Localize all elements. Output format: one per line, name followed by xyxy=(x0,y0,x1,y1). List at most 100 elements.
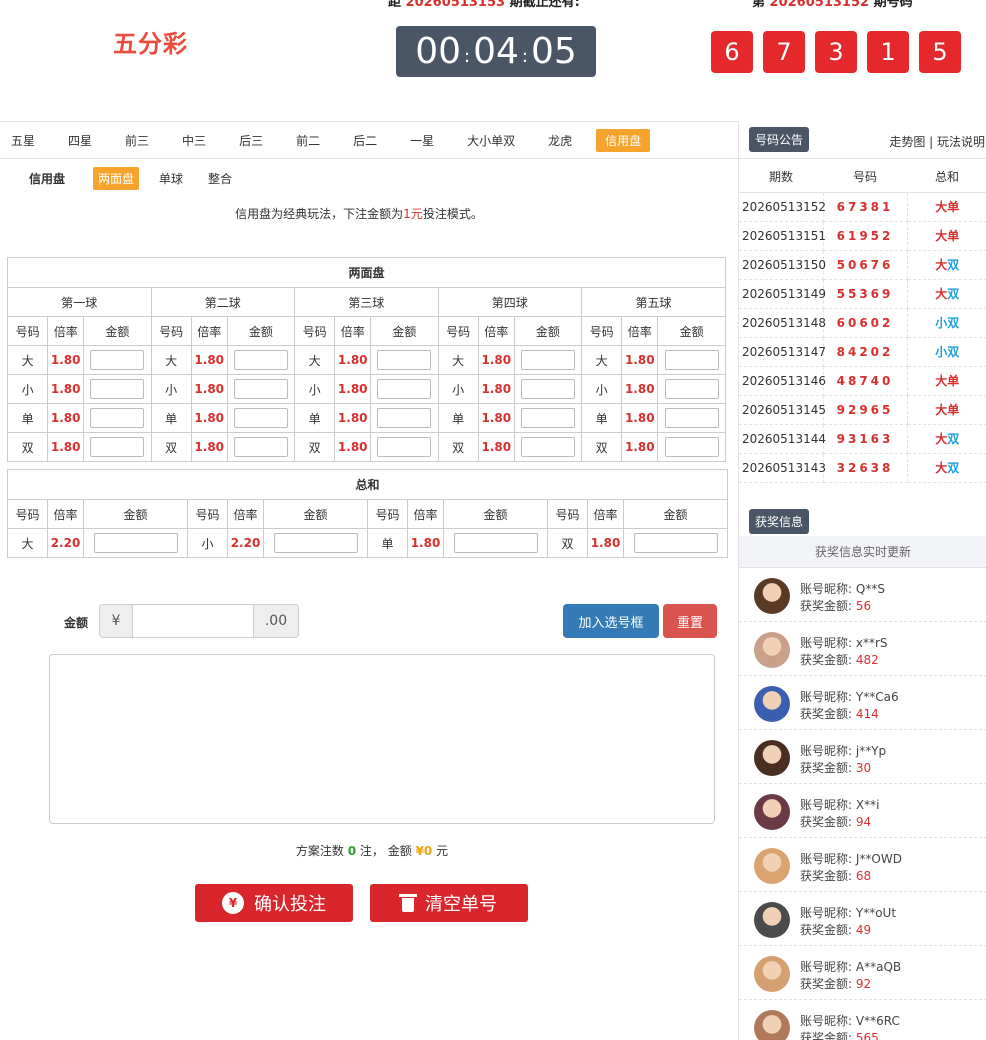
tab-five-star[interactable]: 五星 xyxy=(2,129,44,152)
option-name[interactable]: 小 xyxy=(294,374,336,404)
bet-amount-input[interactable] xyxy=(90,350,145,370)
bet-amount-input[interactable] xyxy=(377,350,432,370)
history-row: 20260513150 50676 大双 xyxy=(739,250,986,280)
winner-item: 账号昵称: X**i 获奖金额: 94 xyxy=(739,784,986,838)
column-header: 金额 xyxy=(226,316,296,346)
option-name[interactable]: 大 xyxy=(150,345,192,375)
bet-amount-input[interactable] xyxy=(273,533,358,553)
tab-front-two[interactable]: 前二 xyxy=(287,129,329,152)
tab-back-two[interactable]: 后二 xyxy=(344,129,386,152)
bet-amount-input[interactable] xyxy=(90,408,145,428)
option-name[interactable]: 大 xyxy=(437,345,479,375)
bet-amount-input[interactable] xyxy=(93,533,178,553)
amount-input[interactable] xyxy=(133,605,253,637)
tab-big-small-odd-even[interactable]: 大小单双 xyxy=(458,129,524,152)
option-odds: 1.80 xyxy=(477,432,515,462)
option-name[interactable]: 小 xyxy=(437,374,479,404)
bet-amount-input[interactable] xyxy=(453,533,538,553)
option-name[interactable]: 小 xyxy=(6,374,49,404)
bet-amount-input[interactable] xyxy=(233,437,288,457)
reset-button[interactable]: 重置 xyxy=(663,604,717,638)
add-to-selection-button[interactable]: 加入选号框 xyxy=(563,604,659,638)
option-name[interactable]: 小 xyxy=(187,528,228,558)
tab-four-star[interactable]: 四星 xyxy=(59,129,101,152)
subtab-single-ball[interactable]: 单球 xyxy=(154,167,188,190)
option-name[interactable]: 大 xyxy=(7,528,48,558)
history-numbers: 50676 xyxy=(823,250,907,280)
option-name[interactable]: 小 xyxy=(150,374,192,404)
sub-tabs: 信用盘 两面盘 单球 整合 xyxy=(0,160,738,196)
bet-amount-input[interactable] xyxy=(233,408,288,428)
history-row: 20260513146 48740 大单 xyxy=(739,366,986,396)
winner-text: 账号昵称: J**OWD 获奖金额: 68 xyxy=(800,851,902,885)
option-name[interactable]: 大 xyxy=(294,345,336,375)
amount-label: 获奖金额: xyxy=(800,761,853,775)
option-odds: 2.20 xyxy=(47,528,84,558)
subtab-combined[interactable]: 整合 xyxy=(203,167,237,190)
history-period: 20260513145 xyxy=(739,395,826,425)
currency-addon: ¥ xyxy=(100,605,133,637)
bet-amount-input[interactable] xyxy=(377,379,432,399)
bet-amount-input[interactable] xyxy=(664,437,719,457)
option-name[interactable]: 单 xyxy=(581,403,623,433)
bet-amount-input[interactable] xyxy=(664,408,719,428)
tab-dragon-tiger[interactable]: 龙虎 xyxy=(539,129,581,152)
option-name[interactable]: 单 xyxy=(367,528,408,558)
history-period: 20260513144 xyxy=(739,424,826,454)
option-name[interactable]: 双 xyxy=(581,432,623,462)
tab-one-star[interactable]: 一星 xyxy=(401,129,443,152)
bet-amount-input[interactable] xyxy=(520,437,575,457)
bet-amount-input[interactable] xyxy=(90,437,145,457)
draw-prefix: 第 xyxy=(752,0,766,10)
option-name[interactable]: 双 xyxy=(294,432,336,462)
option-name[interactable]: 双 xyxy=(547,528,588,558)
bet-amount-input[interactable] xyxy=(377,408,432,428)
amount-cell xyxy=(370,345,439,375)
clear-selection-button[interactable]: 清空单号 xyxy=(370,884,528,922)
option-name[interactable]: 小 xyxy=(581,374,623,404)
amount-cell xyxy=(370,432,439,462)
option-name[interactable]: 双 xyxy=(437,432,479,462)
chart-and-rules-links[interactable]: 走势图 | 玩法说明 xyxy=(889,133,985,150)
tab-front-three[interactable]: 前三 xyxy=(116,129,158,152)
bet-amount-input[interactable] xyxy=(520,408,575,428)
option-name[interactable]: 双 xyxy=(150,432,192,462)
option-name[interactable]: 大 xyxy=(581,345,623,375)
winner-nick: x**rS xyxy=(855,636,888,650)
option-name[interactable]: 双 xyxy=(6,432,49,462)
history-period: 20260513148 xyxy=(739,308,826,338)
bet-amount-input[interactable] xyxy=(664,350,719,370)
option-name[interactable]: 大 xyxy=(6,345,49,375)
winner-nick-line: 账号昵称: J**OWD xyxy=(800,851,902,868)
bet-amount-input[interactable] xyxy=(664,379,719,399)
tab-middle-three[interactable]: 中三 xyxy=(173,129,215,152)
column-header: 号码 xyxy=(581,316,623,346)
bet-amount-input[interactable] xyxy=(233,350,288,370)
bet-amount-input[interactable] xyxy=(520,350,575,370)
total-parity: 双 xyxy=(947,258,960,272)
history-period: 20260513150 xyxy=(739,250,826,280)
option-name[interactable]: 单 xyxy=(150,403,192,433)
winner-text: 账号昵称: Y**Ca6 获奖金额: 414 xyxy=(800,689,899,723)
selection-box[interactable] xyxy=(49,654,715,824)
winner-nick: J**OWD xyxy=(855,852,902,866)
tab-credit[interactable]: 信用盘 xyxy=(596,128,651,152)
bet-amount-input[interactable] xyxy=(233,379,288,399)
site-logo[interactable]: 五分彩 xyxy=(113,24,188,59)
amount-cell xyxy=(370,374,439,404)
tab-back-three[interactable]: 后三 xyxy=(230,129,272,152)
notice-header: 号码公告 走势图 | 玩法说明 xyxy=(739,121,986,159)
option-name[interactable]: 单 xyxy=(6,403,49,433)
bet-amount-input[interactable] xyxy=(520,379,575,399)
option-name[interactable]: 单 xyxy=(294,403,336,433)
bet-amount-input[interactable] xyxy=(90,379,145,399)
confirm-bet-button[interactable]: ¥ 确认投注 xyxy=(195,884,353,922)
subtab-two-sides[interactable]: 两面盘 xyxy=(93,166,140,190)
timer-seconds: 05 xyxy=(530,31,577,72)
summary-count-label: 方案注数 xyxy=(295,844,344,858)
total-size: 大 xyxy=(935,403,948,417)
bet-amount-input[interactable] xyxy=(377,437,432,457)
draw-suffix: 期号码 xyxy=(873,0,913,10)
option-name[interactable]: 单 xyxy=(437,403,479,433)
bet-amount-input[interactable] xyxy=(633,533,718,553)
